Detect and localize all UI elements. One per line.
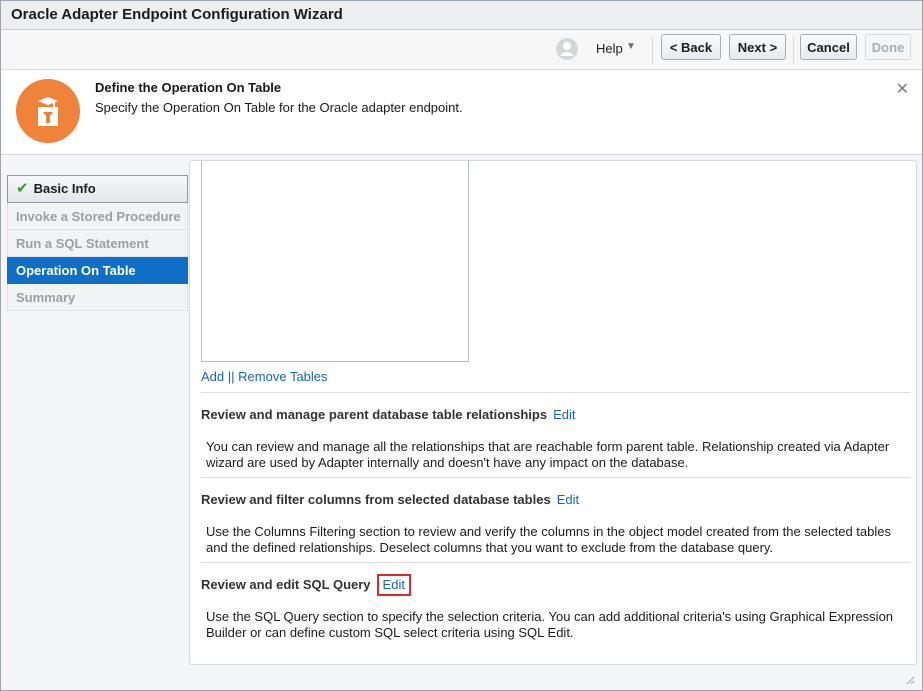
cancel-button[interactable]: Cancel xyxy=(800,34,857,60)
wizard-window: Oracle Adapter Endpoint Configuration Wi… xyxy=(0,0,923,691)
section-divider xyxy=(201,477,910,478)
nav-item-label: Invoke a Stored Procedure xyxy=(16,209,181,224)
checkmark-icon: ✔ xyxy=(16,180,29,197)
edit-columns-link[interactable]: Edit xyxy=(557,492,579,507)
close-icon[interactable]: ✕ xyxy=(896,79,909,99)
section-body-relationships: You can review and manage all the relati… xyxy=(206,439,890,470)
help-menu[interactable]: Help xyxy=(596,41,623,56)
toolbar-divider xyxy=(793,36,794,64)
window-title: Oracle Adapter Endpoint Configuration Wi… xyxy=(11,6,343,23)
done-button[interactable]: Done xyxy=(865,34,911,60)
tables-links: Add || Remove Tables xyxy=(201,369,328,384)
section-title-text: Review and filter columns from selected … xyxy=(201,492,551,507)
resize-grip-icon[interactable] xyxy=(905,675,915,685)
section-title-relationships: Review and manage parent database table … xyxy=(201,407,575,422)
edit-sql-query-link[interactable]: Edit xyxy=(376,574,411,596)
selected-tables-list[interactable] xyxy=(201,161,469,362)
section-body-sql-query: Use the SQL Query section to specify the… xyxy=(206,609,894,640)
nav-item-operation-on-table[interactable]: Operation On Table xyxy=(7,257,188,284)
nav-item-summary[interactable]: Summary xyxy=(7,284,188,311)
section-body-columns: Use the Columns Filtering section to rev… xyxy=(206,524,892,555)
page-header: Define the Operation On Table Specify th… xyxy=(1,70,922,155)
link-separator: || xyxy=(227,369,235,384)
section-title-text: Review and manage parent database table … xyxy=(201,407,548,422)
back-button[interactable]: < Back xyxy=(661,34,721,60)
title-bar: Oracle Adapter Endpoint Configuration Wi… xyxy=(1,1,922,30)
section-divider xyxy=(201,392,910,393)
remove-tables-link[interactable]: Remove Tables xyxy=(238,369,327,384)
edit-relationships-link[interactable]: Edit xyxy=(553,407,575,422)
section-divider xyxy=(201,562,910,563)
page-title: Define the Operation On Table xyxy=(95,80,282,95)
nav-item-label: Basic Info xyxy=(33,181,96,196)
nav-item-run-sql-statement[interactable]: Run a SQL Statement xyxy=(7,230,188,257)
section-title-text: Review and edit SQL Query xyxy=(201,577,371,592)
wizard-nav: ✔ Basic Info Invoke a Stored Procedure Ru… xyxy=(7,175,188,311)
section-title-sql-query: Review and edit SQL Query Edit xyxy=(201,574,411,596)
nav-item-label: Summary xyxy=(16,290,76,305)
wizard-icon xyxy=(16,79,80,143)
chevron-down-icon[interactable]: ▼ xyxy=(626,41,636,52)
nav-item-invoke-stored-procedure[interactable]: Invoke a Stored Procedure xyxy=(7,203,188,230)
add-tables-link[interactable]: Add xyxy=(201,369,224,384)
nav-item-label: Run a SQL Statement xyxy=(16,236,149,251)
user-icon[interactable] xyxy=(556,38,578,60)
next-button[interactable]: Next > xyxy=(729,34,786,60)
toolbar: Help ▼ < Back Next > Cancel Done xyxy=(1,30,922,70)
section-title-columns: Review and filter columns from selected … xyxy=(201,492,579,507)
toolbar-divider xyxy=(652,36,653,64)
page-subtitle: Specify the Operation On Table for the O… xyxy=(95,100,463,115)
nav-item-basic-info[interactable]: ✔ Basic Info xyxy=(7,175,188,203)
nav-item-label: Operation On Table xyxy=(16,263,136,278)
main-panel: Add || Remove Tables Review and manage p… xyxy=(189,160,917,665)
